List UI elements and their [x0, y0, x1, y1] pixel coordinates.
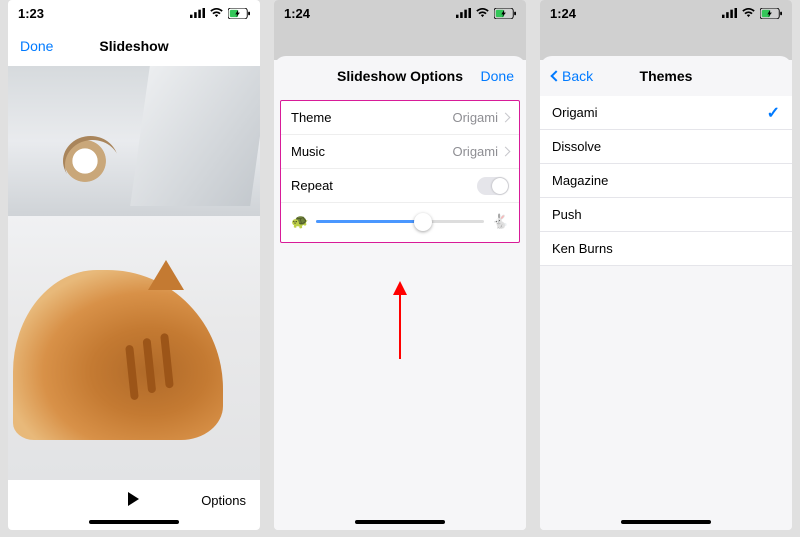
chevron-right-icon: [501, 113, 511, 123]
status-time: 1:24: [284, 6, 310, 21]
theme-option-label: Origami: [552, 105, 598, 120]
music-label: Music: [291, 144, 325, 159]
modal-backdrop: 1:24: [274, 0, 526, 60]
theme-value: Origami: [452, 110, 498, 125]
slideshow-image-top: [8, 66, 260, 216]
status-right: [190, 8, 250, 19]
back-button[interactable]: Back: [552, 68, 593, 84]
slider-thumb[interactable]: [414, 213, 432, 231]
slider-fill: [316, 220, 423, 223]
home-indicator[interactable]: [355, 520, 445, 524]
phone-slideshow-options: 1:24 Slideshow Options Done Theme Origam…: [274, 0, 526, 530]
done-button[interactable]: Done: [481, 68, 514, 84]
themes-list: Origami ✓ Dissolve Magazine Push Ken Burns: [540, 96, 792, 266]
wifi-icon: [741, 8, 756, 18]
rabbit-icon: 🐇: [492, 213, 509, 230]
turtle-icon: 🐢: [291, 213, 308, 230]
wifi-icon: [475, 8, 490, 18]
chevron-right-icon: [501, 147, 511, 157]
theme-option[interactable]: Ken Burns: [540, 232, 792, 266]
repeat-toggle[interactable]: [477, 177, 509, 195]
theme-option[interactable]: Magazine: [540, 164, 792, 198]
nav-bar: Slideshow Options Done: [274, 56, 526, 96]
theme-option-label: Ken Burns: [552, 241, 613, 256]
checkmark-icon: ✓: [767, 103, 780, 123]
cellular-icon: [190, 8, 205, 18]
status-right: [722, 8, 782, 19]
options-sheet: Slideshow Options Done Theme Origami Mus…: [274, 56, 526, 530]
status-right: [456, 8, 516, 19]
phone-themes: 1:24 Back Themes Origami ✓ Dissolve Magazin…: [540, 0, 792, 530]
cellular-icon: [722, 8, 737, 18]
theme-row[interactable]: Theme Origami: [281, 101, 519, 135]
play-icon: [125, 491, 141, 507]
back-label: Back: [562, 68, 593, 84]
theme-option-label: Dissolve: [552, 139, 601, 154]
battery-icon: [760, 8, 782, 19]
theme-option-label: Magazine: [552, 173, 608, 188]
slideshow-toolbar: Options: [8, 480, 260, 520]
speed-slider-row: 🐢 🐇: [281, 203, 519, 234]
repeat-label: Repeat: [291, 178, 333, 193]
nav-bar: Back Themes: [540, 56, 792, 96]
speed-slider[interactable]: [316, 220, 483, 223]
home-indicator[interactable]: [89, 520, 179, 524]
music-row[interactable]: Music Origami: [281, 135, 519, 169]
nav-bar: Done Slideshow: [8, 26, 260, 66]
cellular-icon: [456, 8, 471, 18]
modal-backdrop: 1:24: [540, 0, 792, 60]
status-time: 1:23: [18, 6, 44, 21]
options-button[interactable]: Options: [201, 493, 246, 508]
theme-option[interactable]: Dissolve: [540, 130, 792, 164]
music-value: Origami: [452, 144, 498, 159]
play-button[interactable]: [125, 491, 141, 510]
slideshow-image-bottom: [8, 216, 260, 480]
repeat-row: Repeat: [281, 169, 519, 203]
theme-option[interactable]: Push: [540, 198, 792, 232]
theme-option-label: Push: [552, 207, 582, 222]
wifi-icon: [209, 8, 224, 18]
battery-icon: [228, 8, 250, 19]
done-button[interactable]: Done: [20, 38, 53, 54]
battery-icon: [494, 8, 516, 19]
status-bar: 1:23: [8, 0, 260, 26]
themes-sheet: Back Themes Origami ✓ Dissolve Magazine Push…: [540, 56, 792, 530]
status-bar: 1:24: [274, 0, 526, 26]
status-time: 1:24: [550, 6, 576, 21]
annotation-arrow: [393, 281, 407, 361]
theme-label: Theme: [291, 110, 331, 125]
phone-slideshow: 1:23 Done Slideshow Options: [8, 0, 260, 530]
status-bar: 1:24: [540, 0, 792, 26]
annotation-highlight: Theme Origami Music Origami Repeat 🐢: [280, 100, 520, 243]
home-indicator[interactable]: [621, 520, 711, 524]
chevron-left-icon: [550, 70, 561, 81]
theme-option[interactable]: Origami ✓: [540, 96, 792, 130]
